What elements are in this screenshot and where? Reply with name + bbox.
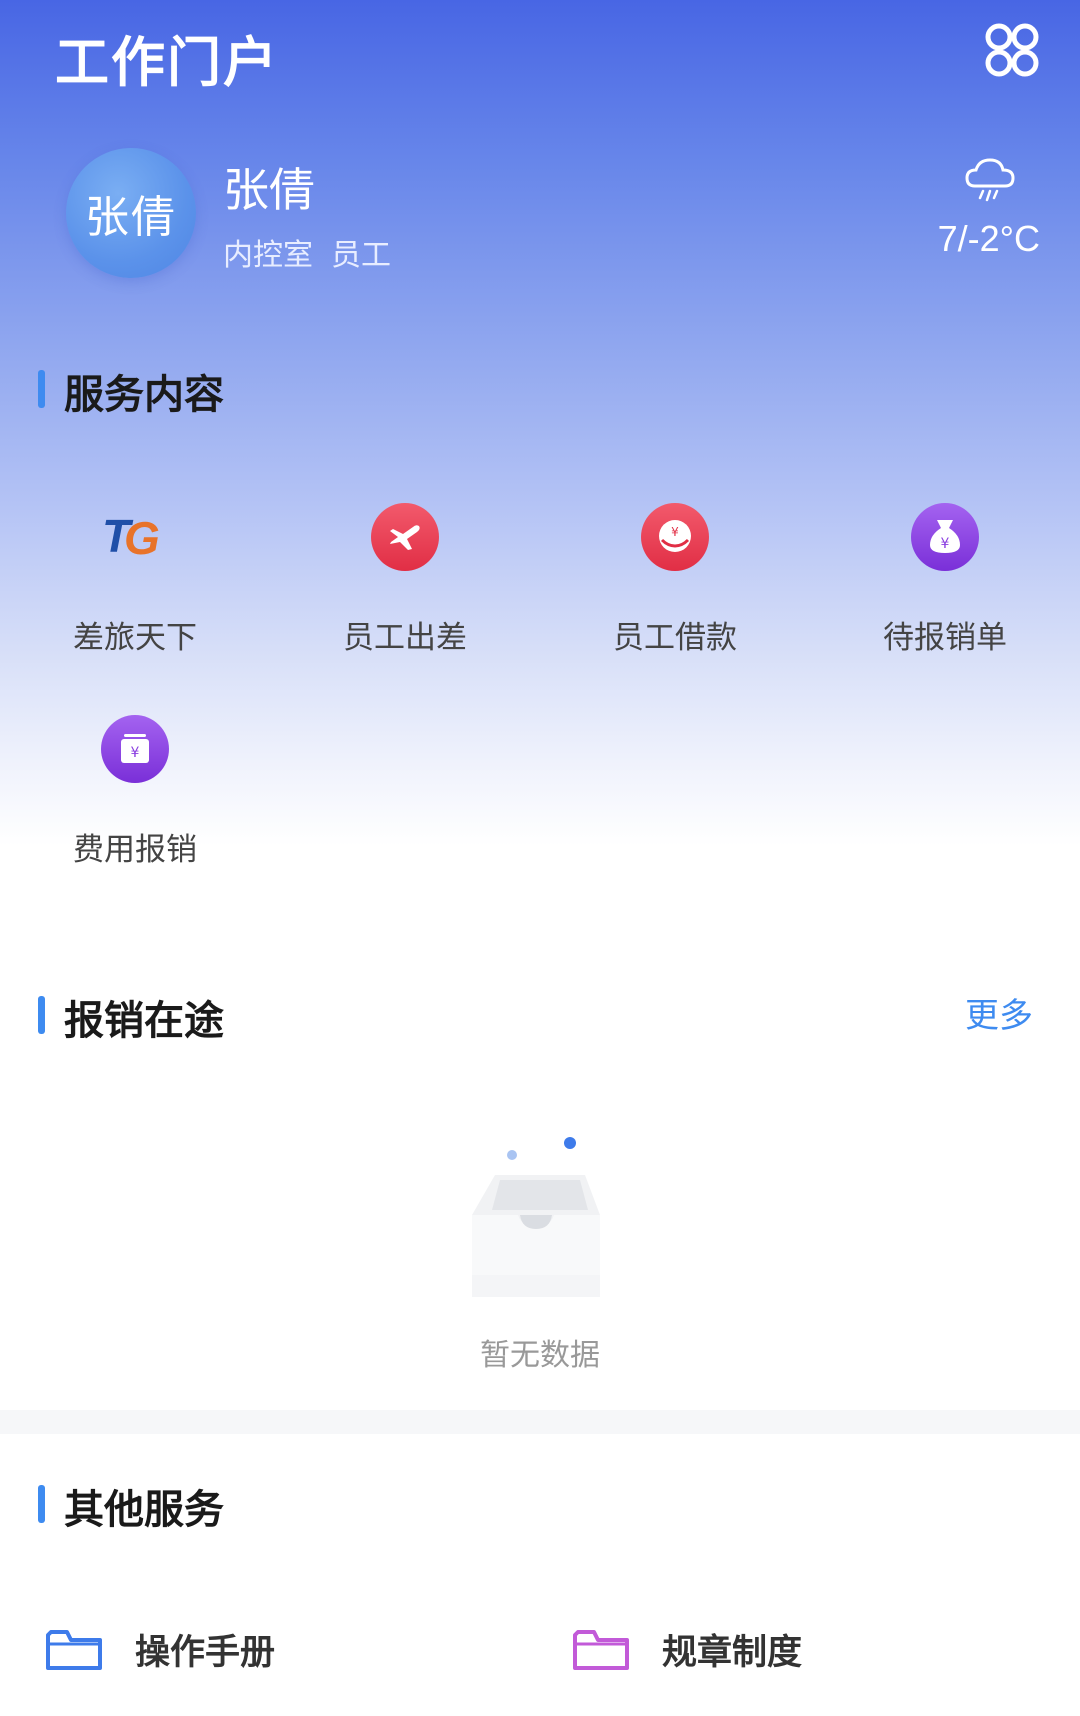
cloud-rain-icon [965,158,1015,202]
weather-temperature: 7/-2°C [937,218,1040,259]
section-accent-bar [38,370,45,408]
user-role: 员工 [331,238,391,273]
money-bag-icon: ¥ [911,503,979,571]
app-title: 工作门户 [55,31,279,94]
other-services-title: 其他服务 [64,1487,224,1533]
service-label: 费用报销 [73,832,197,868]
folder-icon [46,1630,102,1670]
more-link[interactable]: 更多 [965,988,1033,1037]
service-label: 差旅天下 [73,620,197,656]
in-progress-title: 报销在途 [64,998,224,1044]
folder-icon [573,1630,629,1670]
grid-icon[interactable] [982,20,1042,80]
other-item-label: 规章制度 [662,1633,803,1673]
service-item-travel[interactable]: T G 差旅天下 [45,502,225,656]
yuan-stack-icon: ¥ [101,715,169,783]
svg-text:¥: ¥ [671,525,679,539]
airplane-icon [371,503,439,571]
service-label: 员工借款 [613,620,737,656]
hand-yuan-icon: ¥ [641,503,709,571]
service-item-loan[interactable]: ¥ 员工借款 [585,502,765,656]
service-item-pending-reimbursement[interactable]: ¥ 待报销单 [855,502,1035,656]
other-item-manual[interactable]: 操作手册 [45,1620,445,1680]
section-accent-bar [38,1485,45,1523]
svg-text:¥: ¥ [941,536,950,552]
top-bar: 工作门户 [0,0,1080,110]
service-label: 待报销单 [883,620,1007,656]
user-department: 内控室 [223,238,313,273]
service-item-business-trip[interactable]: 员工出差 [315,502,495,656]
svg-text:G: G [124,512,160,564]
work-portal-page: 工作门户 张倩 张倩 内控室 员工 7/-2°C 服务内容 T G 差旅天下 员… [0,0,1080,1716]
service-label: 员工出差 [343,620,467,656]
section-divider [0,1410,1080,1434]
empty-state-text: 暂无数据 [480,1338,600,1373]
avatar[interactable]: 张倩 [66,148,196,278]
section-accent-bar [38,996,45,1034]
other-item-label: 操作手册 [135,1633,276,1673]
services-title: 服务内容 [64,372,224,418]
tg-logo-icon: T G [102,510,160,564]
user-name: 张倩 [223,163,315,217]
svg-text:¥: ¥ [131,745,140,761]
service-item-expense-reimbursement[interactable]: ¥ 费用报销 [45,714,225,868]
user-meta: 内控室 员工 [223,230,391,274]
empty-box-icon [472,1137,600,1297]
other-item-regulations[interactable]: 规章制度 [572,1620,972,1680]
user-profile: 张倩 张倩 内控室 员工 7/-2°C [0,140,1080,290]
